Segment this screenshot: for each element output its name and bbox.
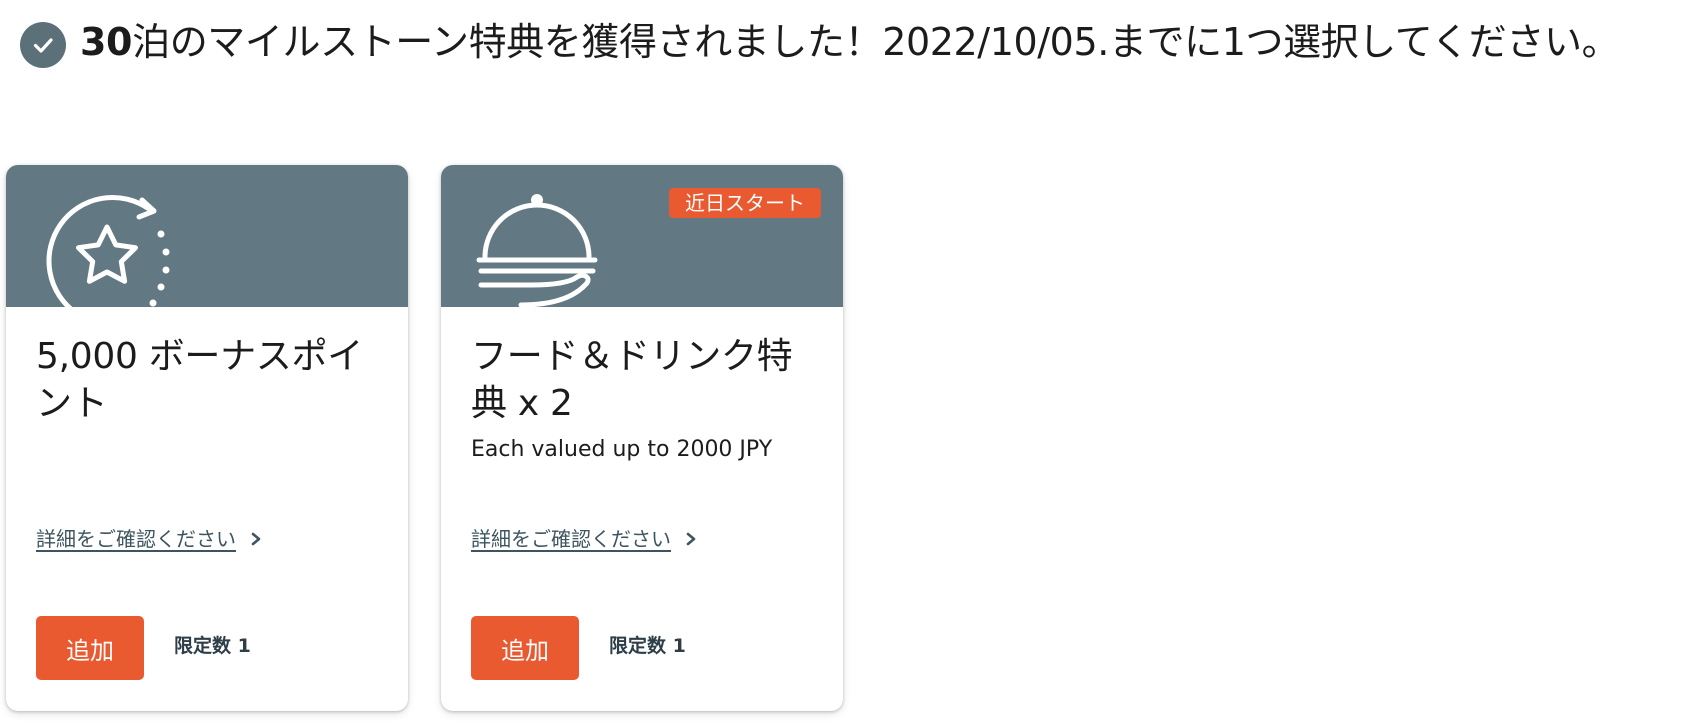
card-header — [6, 165, 408, 307]
milestone-rewards-page: 30泊のマイルストーン特典を獲得されました！2022/10/05.までに1つ選択… — [0, 0, 1704, 722]
heading-text: 30泊のマイルストーン特典を獲得されました！2022/10/05.までに1つ選択… — [80, 14, 1690, 71]
details-link[interactable]: 詳細をご確認ください — [36, 525, 262, 553]
details-link-label: 詳細をご確認ください — [36, 527, 236, 551]
limit-text: 限定数 1 — [609, 635, 686, 657]
coming-soon-badge: 近日スタート — [669, 188, 821, 218]
reward-card-food-drink: 近日スタート フード＆ドリンク特典 x 2 Each valued up to … — [441, 165, 843, 711]
card-title: 5,000 ボーナスポイント — [36, 336, 363, 424]
chevron-right-icon — [686, 532, 696, 546]
limit-text: 限定数 1 — [174, 635, 251, 657]
heading-message: 泊のマイルストーン特典を獲得されました！2022/10/05.までに1つ選択して… — [132, 20, 1620, 64]
food-cloche-icon — [476, 194, 598, 307]
card-header: 近日スタート — [441, 165, 843, 307]
chevron-right-icon — [251, 532, 261, 546]
card-title: フード＆ドリンク特典 x 2 — [471, 336, 793, 424]
details-link[interactable]: 詳細をご確認ください — [471, 525, 697, 553]
add-button[interactable]: 追加 — [471, 616, 579, 680]
details-link-label: 詳細をご確認ください — [471, 527, 671, 551]
reward-card-bonus-points: 5,000 ボーナスポイント 詳細をご確認ください 追加 限定数 1 — [6, 165, 408, 711]
nights-count: 30 — [80, 20, 133, 64]
checkmark-icon — [20, 22, 66, 68]
add-button[interactable]: 追加 — [36, 616, 144, 680]
rotating-star-icon — [46, 194, 170, 307]
milestone-heading: 30泊のマイルストーン特典を獲得されました！2022/10/05.までに1つ選択… — [20, 14, 1690, 71]
card-subtitle: Each valued up to 2000 JPY — [471, 437, 773, 462]
